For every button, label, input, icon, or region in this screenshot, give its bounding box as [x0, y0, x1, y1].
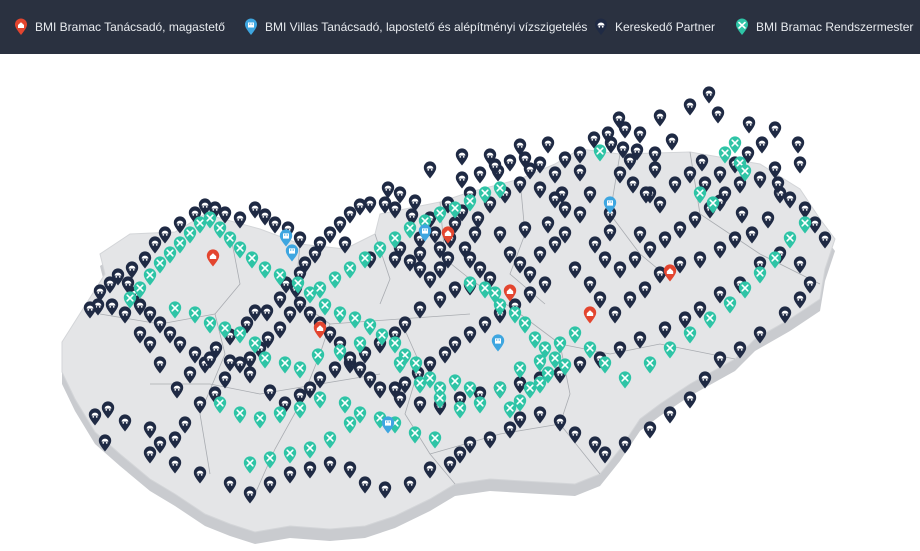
map-area[interactable] — [0, 54, 920, 551]
legend-item-bramac-advisor[interactable]: BMI Bramac Tanácsadó, magastető — [14, 0, 225, 54]
hungary-map[interactable] — [0, 54, 920, 551]
dealer-partner-pin[interactable] — [423, 161, 437, 179]
dealer-partner-pin[interactable] — [768, 121, 782, 139]
dealer-pin-icon — [595, 18, 607, 35]
dealer-partner-pin[interactable] — [643, 421, 657, 439]
legend-label: BMI Bramac Rendszermester — [756, 20, 914, 34]
legend-item-system-master[interactable]: BMI Bramac Rendszermester — [735, 0, 913, 54]
legend-label: BMI Villas Tanácsadó, lapostető és alépí… — [265, 20, 588, 34]
dealer-partner-pin[interactable] — [268, 216, 282, 234]
dealer-partner-pin[interactable] — [711, 106, 725, 124]
dealer-partner-pin[interactable] — [742, 116, 756, 134]
legend-bar: BMI Bramac Tanácsadó, magastető BMI Vill… — [0, 0, 920, 54]
legend-item-villas-advisor[interactable]: BMI Villas Tanácsadó, lapostető és alépí… — [244, 0, 587, 54]
dealer-partner-pin[interactable] — [791, 136, 805, 154]
dealer-partner-pin[interactable] — [633, 126, 647, 144]
dealer-partner-pin[interactable] — [378, 196, 392, 214]
dealer-partner-pin[interactable] — [653, 109, 667, 127]
dealer-partner-pin[interactable] — [541, 136, 555, 154]
dealer-partner-pin[interactable] — [455, 171, 469, 189]
dealer-partner-pin[interactable] — [663, 406, 677, 424]
building-pin-icon — [245, 18, 257, 35]
dealer-partner-pin[interactable] — [618, 121, 632, 139]
legend-label: BMI Bramac Tanácsadó, magastető — [35, 20, 225, 34]
dealer-partner-pin[interactable] — [702, 86, 716, 104]
dealer-partner-pin[interactable] — [473, 166, 487, 184]
dealer-partner-pin[interactable] — [393, 186, 407, 204]
dealer-partner-pin[interactable] — [381, 181, 395, 199]
tools-pin-icon — [736, 18, 748, 35]
dealer-partner-pin[interactable] — [503, 154, 517, 172]
legend-label: Kereskedő Partner — [615, 20, 716, 34]
dealer-partner-pin[interactable] — [683, 391, 697, 409]
legend-item-dealer-partner[interactable]: Kereskedő Partner — [594, 0, 715, 54]
dealer-partner-pin[interactable] — [665, 133, 679, 151]
dealer-partner-pin[interactable] — [793, 156, 807, 174]
dealer-partner-pin[interactable] — [755, 136, 769, 154]
dealer-partner-pin[interactable] — [455, 148, 469, 166]
dealer-partner-pin[interactable] — [683, 98, 697, 116]
house-pin-icon — [15, 18, 27, 35]
